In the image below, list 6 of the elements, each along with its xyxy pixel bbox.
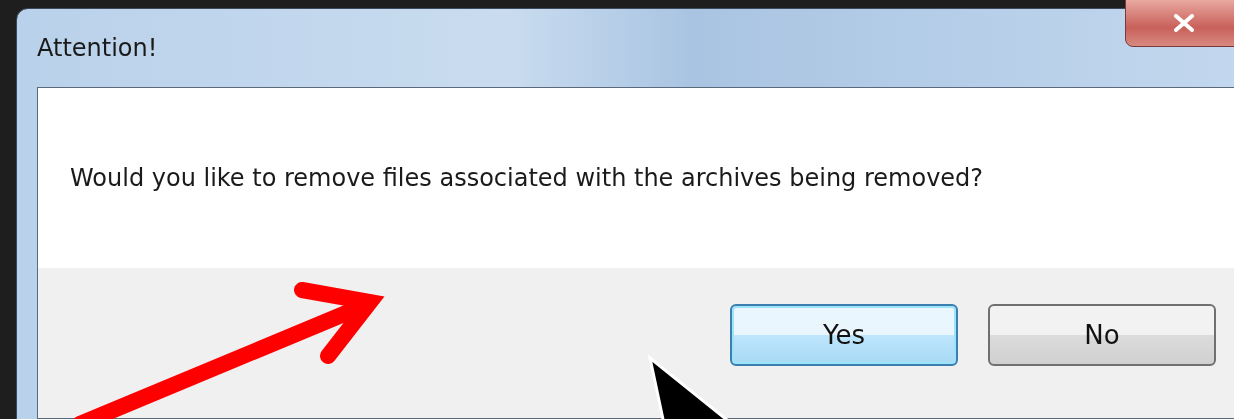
dialog-button[interactable]: No	[988, 304, 1216, 366]
window-title: Attention!	[37, 34, 158, 62]
message-text: Would you like to remove files associated with the archives being removed?	[70, 164, 984, 192]
dialog-button[interactable]: Yes	[730, 304, 958, 366]
close-icon	[1171, 14, 1197, 32]
close-button[interactable]	[1125, 0, 1234, 47]
